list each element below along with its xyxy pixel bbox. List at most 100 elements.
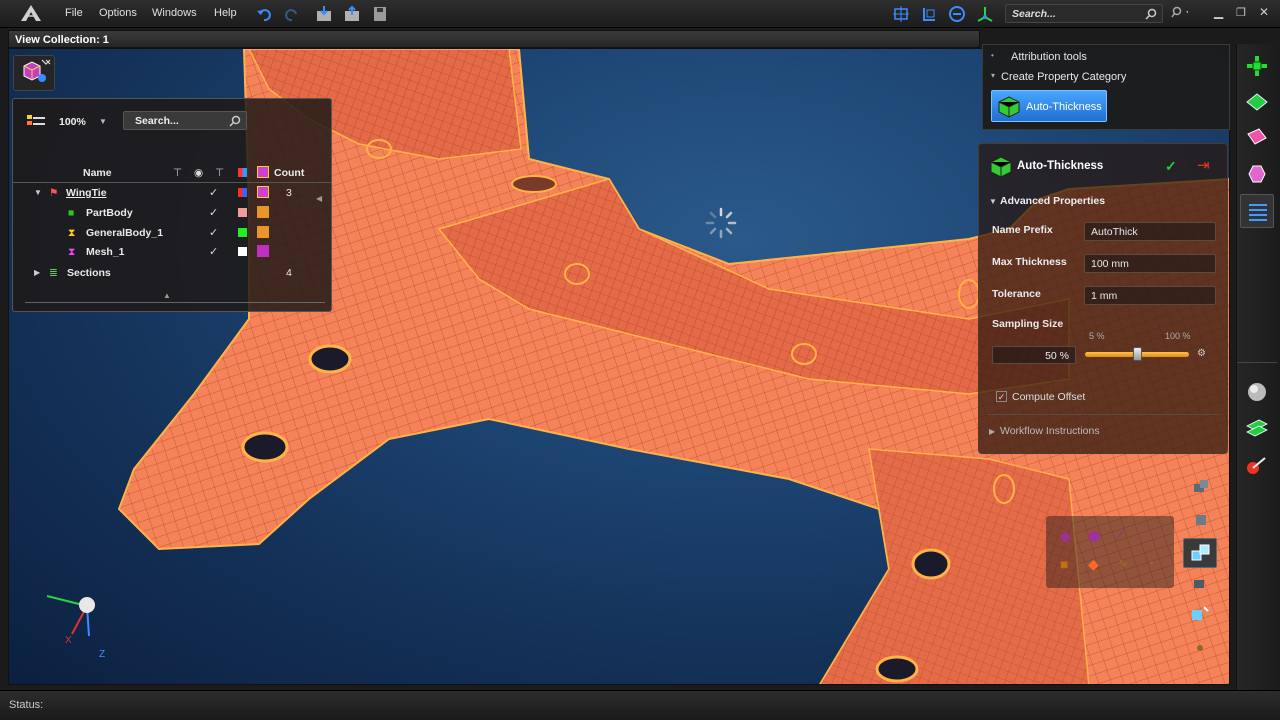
filter-edge-icon[interactable]: ⟋ bbox=[1116, 528, 1124, 543]
menu-help[interactable]: Help bbox=[214, 7, 237, 19]
color-swatch[interactable] bbox=[238, 247, 247, 256]
select-points-icon[interactable] bbox=[1188, 638, 1212, 658]
apply-check-icon[interactable]: ✓ bbox=[1165, 158, 1177, 175]
visible-check-icon[interactable]: ✓ bbox=[209, 226, 218, 239]
app-logo-icon[interactable] bbox=[19, 3, 43, 23]
layer-icon[interactable] bbox=[1245, 90, 1269, 114]
filter-icon[interactable]: ⊤ bbox=[215, 167, 224, 179]
auto-thickness-button[interactable]: Auto-Thickness bbox=[991, 90, 1107, 122]
column-name-header[interactable]: Name bbox=[83, 167, 112, 179]
sampling-size-field[interactable]: 50 % bbox=[992, 346, 1076, 364]
collapse-arrow-icon[interactable]: ▾ bbox=[991, 71, 995, 80]
import-icon[interactable] bbox=[315, 5, 333, 23]
max-thickness-field[interactable]: 100 mm bbox=[1084, 254, 1216, 273]
zoom-dropdown-icon[interactable]: ▼ bbox=[99, 117, 107, 126]
add-part-icon[interactable] bbox=[1245, 54, 1269, 78]
measure-icon[interactable] bbox=[1245, 452, 1269, 476]
restore-icon[interactable]: ❐ bbox=[1236, 6, 1246, 19]
select-bodies-icon[interactable] bbox=[1188, 510, 1212, 530]
filter-solid-icon[interactable]: ◆ bbox=[1060, 528, 1071, 545]
visible-check-icon[interactable]: ✓ bbox=[209, 245, 218, 258]
collapse-arrow-icon[interactable]: ▼ bbox=[989, 197, 997, 206]
slider-settings-icon[interactable]: ⚙ bbox=[1197, 348, 1206, 359]
select-faces-button[interactable] bbox=[1183, 538, 1217, 568]
undo-icon[interactable] bbox=[255, 5, 273, 23]
compute-offset-label: Compute Offset bbox=[1012, 391, 1086, 403]
view-orient-icon[interactable] bbox=[920, 5, 938, 23]
filter-icon[interactable]: ⊤ bbox=[173, 167, 182, 179]
tree-row-generalbody[interactable]: ⧗ GeneralBody_1 ✓ bbox=[13, 223, 331, 243]
select-edges-icon[interactable] bbox=[1188, 574, 1212, 594]
surface-icon[interactable] bbox=[1245, 126, 1269, 150]
filter-face-icon[interactable]: ◆ bbox=[1088, 556, 1099, 573]
color-swatch[interactable] bbox=[238, 188, 247, 197]
menu-file[interactable]: File bbox=[65, 7, 83, 19]
collapse-arrow-icon[interactable]: ▼ bbox=[34, 188, 42, 197]
select-vertices-icon[interactable] bbox=[1188, 604, 1212, 624]
sampling-slider-thumb[interactable] bbox=[1133, 347, 1142, 361]
display-options-icon[interactable] bbox=[25, 113, 47, 131]
menu-options[interactable]: Options bbox=[99, 7, 137, 19]
save-icon[interactable] bbox=[371, 5, 389, 23]
workflow-instructions-label[interactable]: Workflow Instructions bbox=[1000, 425, 1100, 437]
filter-body-icon[interactable]: ■ bbox=[1060, 556, 1068, 572]
color-swatch[interactable] bbox=[238, 228, 247, 237]
axis-icon[interactable] bbox=[976, 5, 994, 23]
section-plane-icon[interactable] bbox=[1245, 416, 1269, 440]
search-icon bbox=[229, 115, 241, 127]
filter-curve-icon[interactable]: ∿ bbox=[1118, 556, 1128, 570]
collapse-arrow-icon[interactable]: • bbox=[991, 51, 994, 60]
exit-panel-icon[interactable]: ⇥ bbox=[1197, 156, 1210, 174]
select-faces-icon bbox=[1191, 544, 1210, 561]
select-parts-icon[interactable] bbox=[1188, 478, 1212, 498]
max-thickness-value: 100 mm bbox=[1091, 258, 1129, 270]
tolerance-value: 1 mm bbox=[1091, 290, 1118, 302]
slider-max-label: 100 % bbox=[1165, 331, 1191, 341]
redo-icon[interactable] bbox=[283, 5, 301, 23]
model-browser-toggle[interactable] bbox=[13, 55, 55, 91]
tree-item-label: Sections bbox=[67, 267, 111, 279]
view-collection-label: View Collection: 1 bbox=[15, 34, 109, 46]
max-thickness-label: Max Thickness bbox=[992, 256, 1067, 268]
name-prefix-field[interactable]: AutoThick bbox=[1084, 222, 1216, 241]
visible-check-icon[interactable]: ✓ bbox=[209, 206, 218, 219]
cube-column-icon bbox=[257, 166, 269, 178]
column-count-header[interactable]: Count bbox=[274, 167, 304, 179]
divider bbox=[1237, 362, 1277, 363]
mesh-tool-icon[interactable] bbox=[1245, 162, 1269, 186]
tree-row-wingtie[interactable]: ▼ ⚑ WingTie ✓ 3 bbox=[13, 183, 331, 203]
close-icon[interactable]: ✕ bbox=[1259, 5, 1269, 19]
auto-thickness-icon bbox=[998, 96, 1020, 118]
expand-arrow-icon[interactable]: ▶ bbox=[34, 268, 40, 277]
visible-check-icon[interactable]: ✓ bbox=[209, 186, 218, 199]
minimize-icon[interactable]: ▁ bbox=[1214, 5, 1223, 19]
rotate-view-icon[interactable] bbox=[948, 5, 966, 23]
tolerance-field[interactable]: 1 mm bbox=[1084, 286, 1216, 305]
auto-thickness-button-label: Auto-Thickness bbox=[1026, 101, 1102, 113]
export-icon[interactable] bbox=[343, 5, 361, 23]
loading-spinner-icon bbox=[705, 207, 737, 239]
tree-row-sections[interactable]: ▶ ≣ Sections 4 bbox=[13, 263, 331, 283]
tree-row-partbody[interactable]: ■ PartBody ✓ bbox=[13, 203, 331, 223]
material-sphere-icon[interactable] bbox=[1245, 380, 1269, 404]
compute-offset-checkbox[interactable]: ✓ bbox=[996, 391, 1007, 402]
list-view-toggle[interactable] bbox=[1240, 194, 1274, 228]
tree-row-mesh[interactable]: ⧗ Mesh_1 ✓ bbox=[13, 242, 331, 262]
tree-item-label: PartBody bbox=[86, 207, 133, 219]
color-swatch[interactable] bbox=[238, 208, 247, 217]
filter-mesh-icon[interactable]: ⬢ bbox=[1088, 528, 1100, 545]
scroll-handle-icon[interactable]: ◀ bbox=[316, 194, 322, 203]
cube-icon bbox=[257, 186, 269, 198]
tolerance-label: Tolerance bbox=[992, 288, 1041, 300]
search-input[interactable]: Search... bbox=[1005, 4, 1163, 23]
search-options-icon[interactable] bbox=[1170, 6, 1188, 24]
filter-point-icon[interactable]: • bbox=[1150, 558, 1153, 568]
collapse-panel-icon[interactable]: ▲ bbox=[163, 291, 171, 300]
zoom-level[interactable]: 100% bbox=[59, 116, 86, 128]
visibility-eye-icon[interactable]: ◉ bbox=[194, 167, 203, 179]
tree-search-input[interactable]: Search... bbox=[123, 111, 247, 130]
menu-windows[interactable]: Windows bbox=[152, 7, 197, 19]
view-collection-tab[interactable]: View Collection: 1 bbox=[8, 30, 980, 48]
fit-view-icon[interactable] bbox=[892, 5, 910, 23]
expand-arrow-icon[interactable]: ▶ bbox=[989, 427, 995, 436]
